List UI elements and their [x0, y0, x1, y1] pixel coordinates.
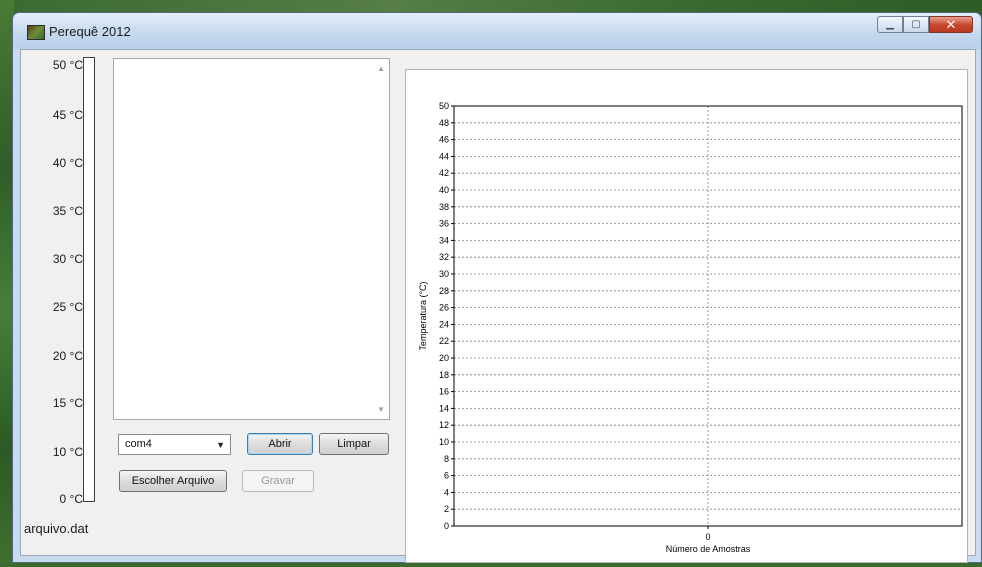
y-tick-label: 0 — [444, 521, 449, 531]
y-tick-label: 38 — [439, 202, 449, 212]
title-bar[interactable]: Perequê 2012 ▁ ▢ ✕ — [13, 13, 981, 49]
y-tick-label: 50 — [439, 101, 449, 111]
y-tick-label: 34 — [439, 235, 449, 245]
y-tick-label: 4 — [444, 487, 449, 497]
temp-scale-label: 25 °C — [52, 300, 83, 314]
y-tick-label: 26 — [439, 303, 449, 313]
y-tick-label: 6 — [444, 471, 449, 481]
temp-scale-label: 50 °C — [52, 58, 83, 72]
y-tick-label: 44 — [439, 151, 449, 161]
y-tick-label: 42 — [439, 168, 449, 178]
window-controls: ▁ ▢ ✕ — [877, 16, 973, 33]
serial-log-textarea[interactable]: ▲ ▼ — [113, 58, 390, 420]
port-select[interactable]: com4 ▼ — [118, 434, 231, 455]
limpar-button[interactable]: Limpar — [319, 433, 389, 455]
y-tick-label: 16 — [439, 387, 449, 397]
temp-scale-label: 0 °C — [59, 492, 83, 506]
y-axis-label: Temperatura (°C) — [418, 281, 428, 350]
y-tick-label: 46 — [439, 135, 449, 145]
y-tick-label: 36 — [439, 219, 449, 229]
y-tick-label: 10 — [439, 437, 449, 447]
scroll-down-arrow-icon[interactable]: ▼ — [377, 405, 385, 414]
temperature-progress-bar — [83, 57, 95, 502]
temp-scale-label: 10 °C — [52, 445, 83, 459]
y-tick-label: 18 — [439, 370, 449, 380]
temp-scale-label: 40 °C — [52, 156, 83, 170]
scroll-up-arrow-icon[interactable]: ▲ — [377, 64, 385, 73]
y-tick-label: 20 — [439, 353, 449, 363]
port-select-value: com4 — [125, 438, 152, 450]
maximize-button[interactable]: ▢ — [903, 16, 929, 33]
vertical-scrollbar[interactable]: ▲ ▼ — [372, 59, 389, 419]
y-tick-label: 2 — [444, 504, 449, 514]
temp-scale-label: 45 °C — [52, 108, 83, 122]
gravar-button[interactable]: Gravar — [242, 470, 314, 492]
x-tick-label: 0 — [705, 532, 710, 542]
escolher-arquivo-button[interactable]: Escolher Arquivo — [119, 470, 227, 492]
y-tick-label: 8 — [444, 454, 449, 464]
y-tick-label: 14 — [439, 403, 449, 413]
temp-scale-label: 15 °C — [52, 396, 83, 410]
y-tick-label: 40 — [439, 185, 449, 195]
y-tick-label: 32 — [439, 252, 449, 262]
y-tick-label: 24 — [439, 319, 449, 329]
client-area: 50 °C 45 °C 40 °C 35 °C 30 °C 25 °C 20 °… — [20, 49, 976, 563]
chevron-down-icon[interactable]: ▼ — [216, 440, 225, 450]
close-button[interactable]: ✕ — [929, 16, 973, 33]
temp-scale-label: 20 °C — [52, 349, 83, 363]
temperature-chart: 0246810121416182022242628303234363840424… — [418, 101, 963, 554]
temp-scale-label: 30 °C — [52, 252, 83, 266]
window-title: Perequê 2012 — [49, 24, 131, 39]
y-tick-label: 22 — [439, 336, 449, 346]
y-tick-label: 12 — [439, 420, 449, 430]
y-tick-label: 48 — [439, 118, 449, 128]
app-icon — [27, 25, 45, 40]
chart-panel: 0 2 4 6 8 10 12 14 16 18 20 22 24 26 28 30 32 34 36 38 40 42 4… — [405, 69, 968, 563]
y-tick-label: 30 — [439, 269, 449, 279]
app-window: Perequê 2012 ▁ ▢ ✕ 50 °C 45 °C 40 °C 35 … — [12, 12, 982, 563]
abrir-button[interactable]: Abrir — [247, 433, 313, 455]
x-axis-label: Número de Amostras — [666, 544, 751, 554]
y-tick-label: 28 — [439, 286, 449, 296]
temp-scale-label: 35 °C — [52, 204, 83, 218]
minimize-button[interactable]: ▁ — [877, 16, 903, 33]
file-name-label: arquivo.dat — [24, 521, 89, 536]
